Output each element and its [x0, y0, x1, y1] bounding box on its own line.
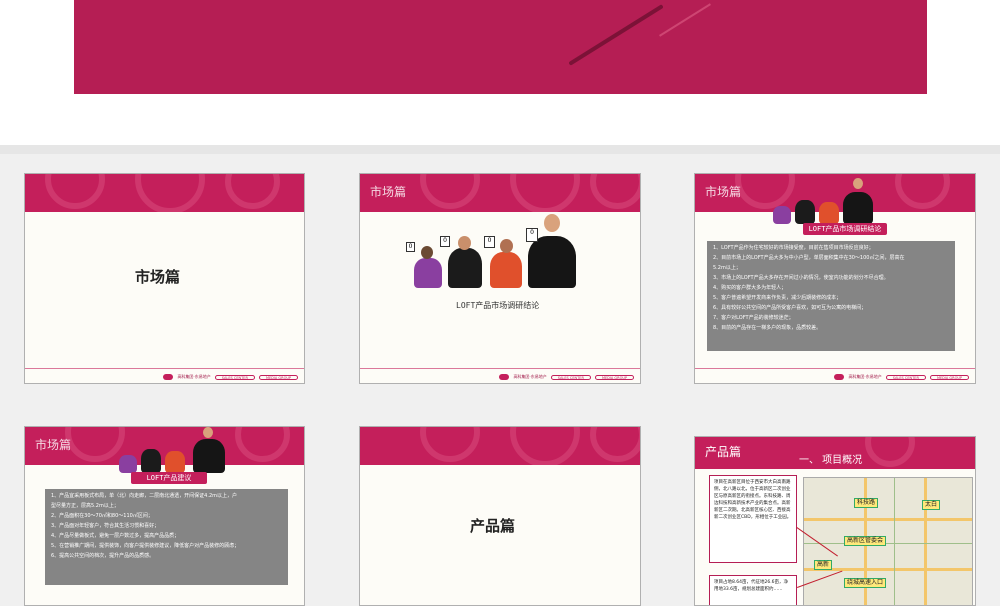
held-card: 0 [526, 228, 538, 242]
map-label: 绕城高速入口 [844, 578, 887, 588]
slide-banner: LOFT产品市场调研结论 [803, 223, 887, 235]
slide-footer: 高科集团·东易地产 SALES CENTER MEDIA GROUP [163, 374, 298, 380]
project-description-box: 项目在高新区目位于西安市大白高南路侧，北八路以北，位于高新区二次创业区与原高新区… [709, 475, 797, 563]
findings-box: 1、LOFT产品作为住宅较好的市场接受度，目前在售项目市场反应良好； 2、目前市… [707, 241, 955, 351]
slide-section-label: 产品篇 [705, 445, 742, 459]
project-stats-box: 项目占地8.64亩，代征地26.6亩，净用地33.6亩，规划总建面积约…… [709, 575, 797, 605]
divider [0, 145, 1000, 154]
slide-thumbnail-4[interactable]: 市场篇 LOFT产品建议 1、产品宜采用板式布局，单（北）向走廊，二层南北通透，… [24, 426, 305, 606]
slide-title: 市场篇 [135, 268, 181, 286]
slide-banner: LOFT产品建议 [131, 472, 207, 484]
company-logo-icon [163, 374, 174, 380]
slide-heading: 一、 项目概况 [799, 455, 863, 466]
slide-thumbnail-5[interactable]: 产品篇 [359, 426, 641, 606]
slide-title: 产品篇 [470, 517, 516, 535]
map-label: 高新区管委会 [844, 536, 887, 546]
slide-footer: 高科集团·东易地产 SALES CENTER MEDIA GROUP [834, 374, 969, 380]
slide-section-label: 市场篇 [705, 185, 742, 199]
slide-thumbnail-6[interactable]: 产品篇 一、 项目概况 项目在高新区目位于西安市大白高南路侧，北八路以北，位于高… [694, 436, 976, 606]
project-location-map: 科技路 太白 高新区管委会 绕城高速入口 高新 [803, 477, 973, 605]
slide-header-band [25, 174, 304, 212]
top-slide-area [0, 0, 1000, 145]
held-card: 0 [484, 236, 495, 248]
map-label: 科技路 [854, 498, 879, 508]
slide-thumbnail-3[interactable]: 市场篇 LOFT产品市场调研结论 1、LOFT产品作为住宅较好的市场接受度，目前… [694, 173, 976, 384]
hero-decor-line [659, 3, 711, 37]
slide-footer: 高科集团·东易地产 SALES CENTER MEDIA GROUP [499, 374, 634, 380]
held-card: 0 [440, 236, 450, 247]
map-label: 高新 [814, 560, 833, 570]
slide-section-label: 市场篇 [370, 185, 407, 199]
slide-section-label: 市场篇 [35, 438, 72, 452]
company-logo-icon [499, 374, 510, 380]
company-logo-icon [834, 374, 845, 380]
slide-header-band [360, 427, 640, 465]
hero-decor-line [568, 4, 664, 66]
held-card: 0 [406, 242, 415, 252]
people-holding-cards-illustration [115, 427, 237, 473]
slide-thumbnail-2[interactable]: 市场篇 0 0 0 0 LOFT产品市场调研结论 高科集团·东易地产 SALES… [359, 173, 641, 384]
map-label: 太白 [922, 500, 941, 510]
hero-slide-preview[interactable] [74, 0, 927, 94]
recommendations-box: 1、产品宜采用板式布局，单（北）向走廊，二层南北通透，开间保证4.2m以上，户 … [45, 489, 288, 585]
slide-thumbnail-1[interactable]: 市场篇 高科集团·东易地产 SALES CENTER MEDIA GROUP [24, 173, 305, 384]
slide-subtitle: LOFT产品市场调研结论 [456, 301, 540, 310]
people-holding-cards-illustration: 0 0 0 0 [404, 214, 604, 288]
people-holding-cards-illustration [769, 178, 889, 224]
